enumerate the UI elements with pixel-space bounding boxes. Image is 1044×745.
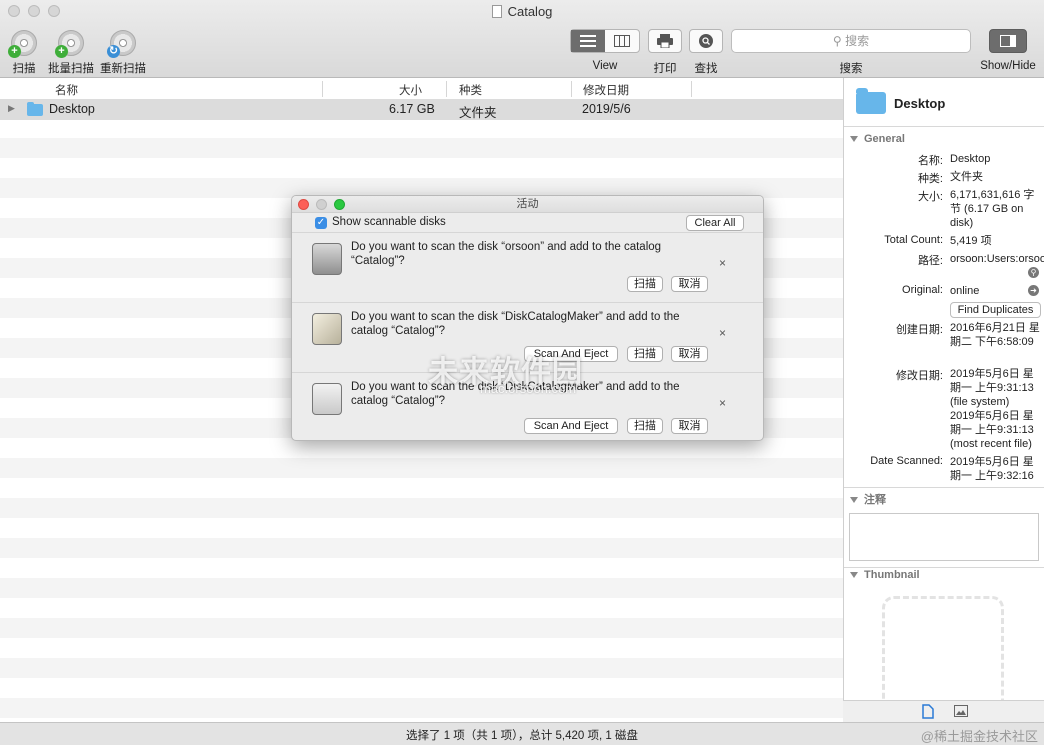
showhide-button[interactable] — [989, 29, 1027, 53]
status-bar: 选择了 1 项（共 1 项），总计 5,420 项, 1 磁盘 @稀土掘金技术社… — [0, 722, 1044, 745]
search-icon: ⚲ — [832, 34, 842, 48]
cancel-button[interactable]: 取消 — [671, 276, 708, 292]
column-header-kind[interactable]: 种类 — [459, 82, 482, 98]
list-view-button[interactable] — [571, 30, 605, 52]
folder-icon — [27, 102, 43, 116]
scan-button[interactable]: 扫描 — [627, 276, 663, 292]
notes-field[interactable] — [849, 513, 1039, 561]
inspector-title: Desktop — [894, 96, 946, 111]
external-disk-icon — [312, 383, 342, 415]
find-icon — [699, 34, 713, 48]
large-folder-icon — [856, 88, 886, 114]
inspector-panel: Desktop General 名称: Desktop 种类: 文件夹 大小: … — [843, 78, 1044, 722]
disclosure-down-icon — [850, 497, 858, 503]
dialog-minimize-button[interactable] — [316, 199, 327, 210]
go-original-icon[interactable]: ➜ — [1028, 285, 1039, 296]
find-button[interactable] — [689, 29, 723, 53]
list-icon — [580, 35, 596, 47]
disclosure-down-icon — [850, 572, 858, 578]
section-general[interactable]: General — [850, 133, 905, 145]
info-tab-icon[interactable] — [922, 704, 934, 719]
overlay-watermark-sub: mac.orsoon.com — [480, 381, 577, 396]
inspector-tabs — [843, 700, 1044, 722]
print-button[interactable] — [648, 29, 682, 53]
rescan-disc-icon: ↻ — [107, 30, 136, 58]
dismiss-icon[interactable]: × — [719, 256, 726, 270]
disclosure-triangle-icon[interactable]: ▶ — [8, 103, 15, 114]
document-icon — [491, 5, 502, 18]
show-disks-label: Show scannable disks — [332, 216, 446, 228]
thumbnail-placeholder — [882, 596, 1004, 716]
dialog-titlebar: 活动 — [292, 196, 763, 213]
app-disk-icon — [312, 313, 342, 345]
batch-scan-disc-icon: + — [55, 30, 84, 58]
scan-button[interactable]: 扫描 — [627, 346, 663, 362]
status-text: 选择了 1 项（共 1 项），总计 5,420 项, 1 磁盘 — [406, 730, 638, 742]
show-disks-checkbox[interactable]: ✓ — [315, 217, 327, 229]
cancel-button[interactable]: 取消 — [671, 346, 708, 362]
window-title: Catalog — [0, 4, 1044, 19]
column-header-name[interactable]: 名称 — [55, 82, 78, 98]
scan-button[interactable]: + 扫描 — [8, 30, 40, 76]
window-titlebar: Catalog + 扫描 + 批量扫描 ↻ 重新扫描 View 打印 查找 ⚲ … — [0, 0, 1044, 78]
batch-scan-button[interactable]: + 批量扫描 — [46, 30, 96, 76]
table-header: 名称 大小 种类 修改日期 — [0, 78, 843, 100]
section-thumbnail[interactable]: Thumbnail — [850, 569, 920, 581]
sidebar-icon — [1000, 35, 1016, 47]
scan-and-eject-button[interactable]: Scan And Eject — [524, 418, 618, 434]
disclosure-down-icon — [850, 136, 858, 142]
corner-watermark: @稀土掘金技术社区 — [920, 729, 1038, 744]
section-notes[interactable]: 注释 — [850, 491, 886, 507]
printer-icon — [657, 34, 673, 48]
search-input[interactable]: ⚲ 搜索 — [731, 29, 971, 53]
column-view-button[interactable] — [605, 30, 639, 52]
clear-all-button[interactable]: Clear All — [686, 215, 744, 231]
cancel-button[interactable]: 取消 — [671, 418, 708, 434]
reveal-path-icon[interactable]: ⚲ — [1028, 267, 1039, 278]
hard-disk-icon — [312, 243, 342, 275]
view-mode-segment[interactable] — [570, 29, 640, 53]
table-row[interactable]: ▶ Desktop 6.17 GB 文件夹 2019/5/6 — [0, 100, 843, 120]
column-header-size[interactable]: 大小 — [399, 82, 422, 98]
rescan-button[interactable]: ↻ 重新扫描 — [99, 30, 147, 76]
dialog-zoom-button[interactable] — [334, 199, 345, 210]
activity-item: Do you want to scan the disk “orsoon” an… — [292, 232, 763, 302]
activity-dialog: 活动 ✓ Show scannable disks Clear All Do y… — [291, 195, 764, 441]
preview-tab-icon[interactable] — [954, 705, 968, 717]
find-duplicates-button[interactable]: Find Duplicates — [950, 302, 1041, 318]
dismiss-icon[interactable]: × — [719, 396, 726, 410]
scan-button[interactable]: 扫描 — [627, 418, 663, 434]
dismiss-icon[interactable]: × — [719, 326, 726, 340]
columns-icon — [614, 35, 630, 47]
column-header-modified[interactable]: 修改日期 — [583, 82, 629, 98]
dialog-close-button[interactable] — [298, 199, 309, 210]
scan-disc-icon: + — [8, 30, 37, 58]
